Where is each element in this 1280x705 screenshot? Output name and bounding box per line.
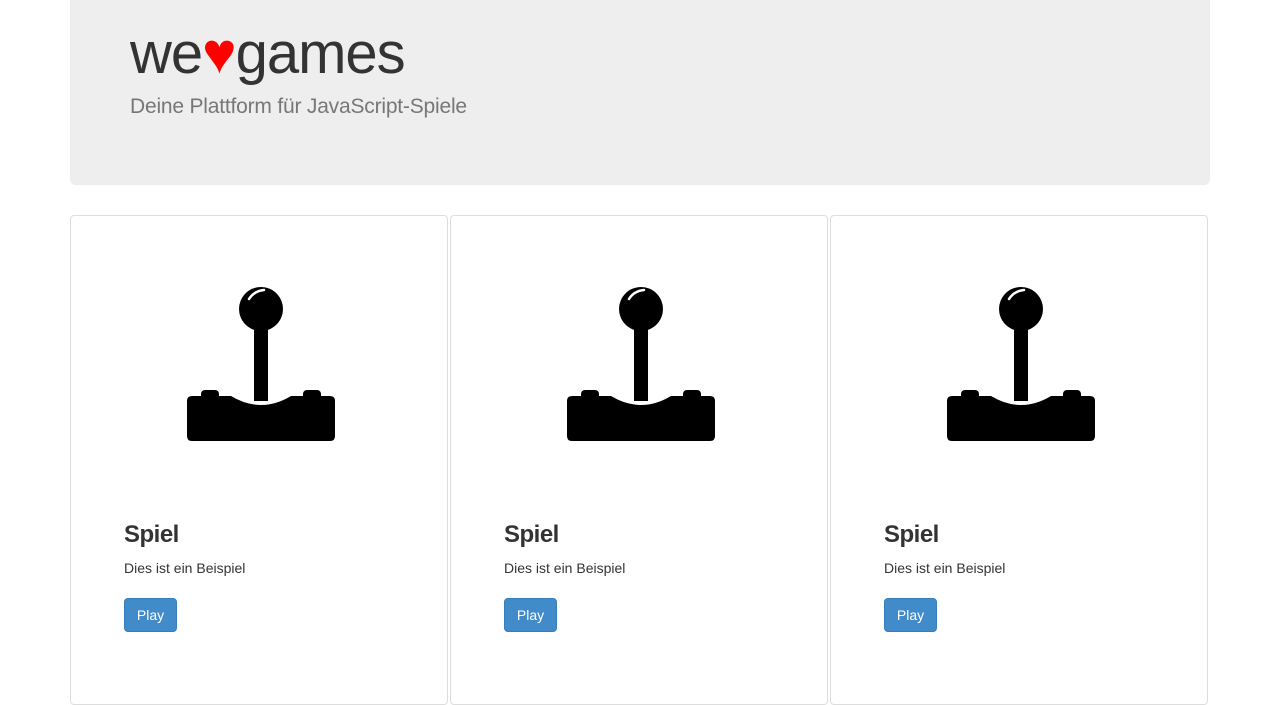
game-title: Spiel: [504, 521, 559, 548]
heart-icon: ♥: [202, 21, 236, 86]
game-title: Spiel: [124, 521, 179, 548]
brand-prefix: we: [130, 21, 203, 86]
game-description: Dies ist ein Beispiel: [124, 560, 246, 576]
game-card: Spiel Dies ist ein Beispiel Play: [830, 215, 1208, 705]
play-button[interactable]: Play: [504, 598, 557, 632]
game-description: Dies ist ein Beispiel: [504, 560, 626, 576]
joystick-icon: [947, 287, 1095, 441]
tagline: Deine Plattform für JavaScript-Spiele: [130, 95, 467, 118]
play-button[interactable]: Play: [884, 598, 937, 632]
games-grid: Spiel Dies ist ein Beispiel Play Spiel D…: [70, 215, 1210, 705]
brand-suffix: games: [235, 21, 406, 86]
play-button[interactable]: Play: [124, 598, 177, 632]
joystick-icon: [567, 287, 715, 441]
game-card: Spiel Dies ist ein Beispiel Play: [70, 215, 448, 705]
header-jumbotron: we♥games Deine Plattform für JavaScript-…: [70, 0, 1210, 185]
brand-logo: we♥games: [130, 18, 406, 90]
game-card: Spiel Dies ist ein Beispiel Play: [450, 215, 828, 705]
joystick-icon: [187, 287, 335, 441]
game-title: Spiel: [884, 521, 939, 548]
game-description: Dies ist ein Beispiel: [884, 560, 1006, 576]
